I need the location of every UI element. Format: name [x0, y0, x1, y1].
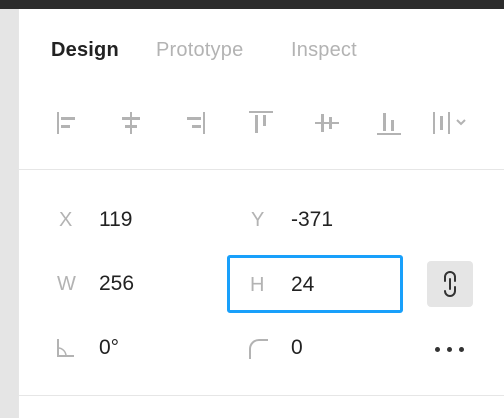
align-right-icon [187, 112, 205, 134]
corner-radius-value[interactable]: 0 [291, 336, 303, 360]
align-horizontal-center-icon [122, 112, 140, 134]
link-chain-icon [444, 271, 456, 297]
x-position-field[interactable]: X 119 [41, 195, 201, 245]
height-field[interactable]: H 24 [227, 255, 403, 313]
more-dot [435, 347, 440, 352]
align-left-button[interactable] [47, 103, 87, 143]
canvas-edge [0, 9, 18, 418]
more-dot [447, 347, 452, 352]
corner-radius-field[interactable]: 0 [229, 323, 403, 373]
alignment-toolbar [19, 103, 504, 143]
align-bottom-button[interactable] [369, 103, 409, 143]
w-label: W [57, 273, 76, 295]
rotation-field[interactable]: 0° [41, 323, 201, 373]
width-field[interactable]: W 256 [41, 259, 201, 309]
align-horizontal-center-button[interactable] [111, 103, 151, 143]
section-divider [19, 169, 504, 170]
tab-prototype[interactable]: Prototype [156, 39, 243, 62]
constrain-proportions-button[interactable] [427, 261, 473, 307]
more-dot [459, 347, 464, 352]
design-panel: Design Prototype Inspect X 119 Y -371 W … [18, 9, 504, 418]
y-value[interactable]: -371 [291, 208, 333, 232]
h-label: H [250, 274, 265, 296]
more-options-button[interactable] [429, 331, 473, 367]
align-top-icon [249, 111, 273, 133]
distribute-dropdown-icon [433, 112, 466, 134]
rotation-value[interactable]: 0° [99, 336, 119, 360]
align-right-button[interactable] [175, 103, 215, 143]
w-value[interactable]: 256 [99, 272, 134, 296]
y-label: Y [251, 209, 265, 231]
align-bottom-icon [377, 113, 401, 135]
align-vertical-center-icon [315, 114, 339, 132]
app-top-bar [0, 0, 504, 9]
panel-tabs: Design Prototype Inspect [19, 33, 504, 69]
rotation-angle-icon [57, 339, 74, 357]
y-position-field[interactable]: Y -371 [229, 195, 403, 245]
corner-radius-icon [249, 339, 268, 359]
tab-inspect[interactable]: Inspect [291, 39, 357, 62]
section-divider-bottom [19, 395, 504, 396]
align-top-button[interactable] [241, 103, 281, 143]
x-value[interactable]: 119 [99, 208, 132, 232]
align-vertical-center-button[interactable] [307, 103, 347, 143]
align-left-icon [57, 112, 75, 134]
h-value[interactable]: 24 [291, 273, 314, 297]
distribute-button[interactable] [425, 103, 477, 143]
tab-design[interactable]: Design [51, 39, 119, 62]
x-label: X [59, 209, 73, 231]
